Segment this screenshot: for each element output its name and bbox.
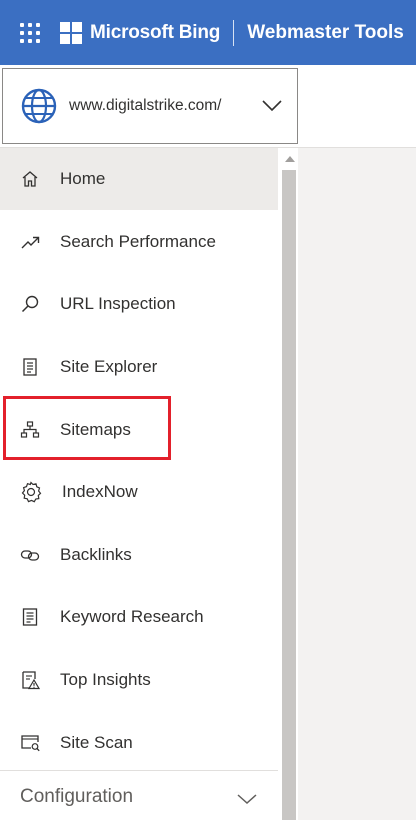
scroll-up-arrow-icon[interactable] bbox=[285, 156, 295, 162]
sidebar-item-url-inspection[interactable]: URL Inspection bbox=[0, 273, 278, 335]
app-launcher-icon bbox=[20, 22, 40, 43]
site-picker-dropdown[interactable]: www.digitalstrike.com/ bbox=[2, 68, 298, 144]
gear-icon bbox=[21, 481, 42, 503]
sidebar-item-label: Site Explorer bbox=[60, 357, 158, 376]
header-divider bbox=[233, 19, 235, 46]
sidebar-item-top-insights[interactable]: Top Insights bbox=[0, 649, 278, 711]
sidebar-nav: Home Search Performance URL Inspection S… bbox=[0, 148, 280, 820]
sidebar-item-site-explorer[interactable]: Site Explorer bbox=[0, 336, 278, 398]
sidebar-item-backlinks[interactable]: Backlinks bbox=[0, 524, 278, 586]
sidebar-item-label: Top Insights bbox=[60, 670, 151, 689]
sidebar-item-label: URL Inspection bbox=[60, 294, 176, 313]
microsoft-logo-icon bbox=[60, 21, 82, 44]
scrollbar-thumb[interactable] bbox=[282, 170, 296, 820]
site-scan-icon bbox=[21, 735, 40, 752]
globe-icon bbox=[21, 88, 57, 124]
home-icon bbox=[22, 171, 38, 187]
sidebar-item-label: IndexNow bbox=[62, 482, 138, 501]
sidebar-item-label: Backlinks bbox=[60, 545, 132, 564]
sidebar-item-label: Sitemaps bbox=[60, 420, 131, 439]
sidebar-item-label: Search Performance bbox=[60, 232, 216, 251]
sidebar-item-site-scan[interactable]: Site Scan bbox=[0, 712, 278, 774]
sitemap-icon bbox=[20, 421, 40, 438]
sidebar-item-sitemaps[interactable]: Sitemaps bbox=[0, 399, 278, 461]
sidebar-item-label: Keyword Research bbox=[60, 607, 204, 626]
sidebar-item-home[interactable]: Home bbox=[0, 148, 278, 210]
chevron-down-icon bbox=[237, 794, 257, 805]
app-launcher-button[interactable] bbox=[0, 0, 60, 65]
link-icon bbox=[20, 550, 40, 561]
toolbar-area bbox=[300, 65, 416, 149]
section-label: Configuration bbox=[20, 785, 134, 807]
sidebar-item-label: Home bbox=[60, 169, 106, 188]
search-icon bbox=[21, 295, 39, 313]
sidebar-scrollbar[interactable] bbox=[280, 148, 298, 820]
sidebar-item-keyword-research[interactable]: Keyword Research bbox=[0, 586, 278, 648]
site-url: www.digitalstrike.com/ bbox=[69, 97, 222, 114]
insights-icon bbox=[22, 671, 40, 690]
sidebar-item-search-performance[interactable]: Search Performance bbox=[0, 211, 278, 273]
chevron-down-icon bbox=[262, 100, 282, 112]
keyword-document-icon bbox=[22, 608, 38, 626]
sidebar-item-indexnow[interactable]: IndexNow bbox=[0, 461, 278, 523]
document-list-icon bbox=[23, 358, 37, 376]
trend-up-icon bbox=[21, 236, 40, 249]
sidebar-section-configuration[interactable]: Configuration bbox=[0, 770, 278, 822]
sidebar-item-label: Site Scan bbox=[60, 733, 133, 752]
main-content-area bbox=[298, 148, 416, 820]
product-name[interactable]: Webmaster Tools bbox=[247, 22, 404, 44]
brand-name[interactable]: Microsoft Bing bbox=[90, 22, 220, 44]
app-header: Microsoft Bing Webmaster Tools bbox=[0, 0, 416, 65]
